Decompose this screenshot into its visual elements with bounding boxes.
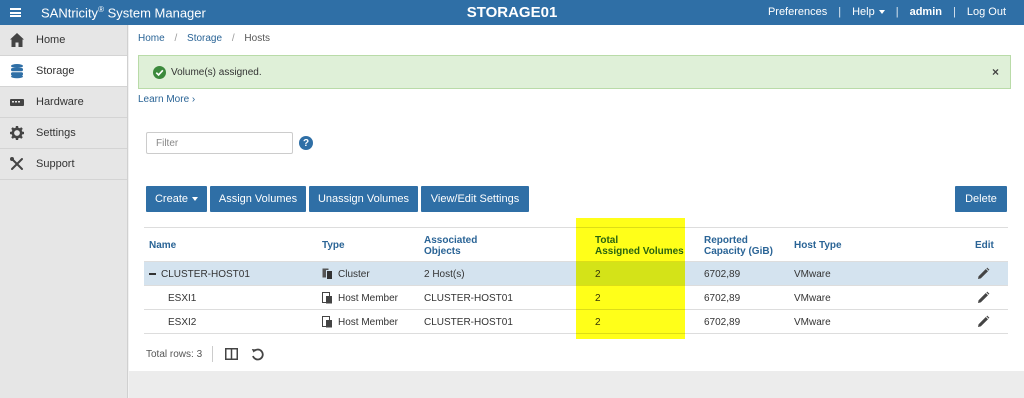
breadcrumb-storage[interactable]: Storage	[187, 33, 222, 44]
delete-button[interactable]: Delete	[955, 186, 1007, 212]
sidebar-item-home[interactable]: Home	[0, 25, 127, 56]
home-icon	[8, 31, 26, 49]
caret-down-icon	[878, 10, 885, 15]
hamburger-menu-icon[interactable]	[0, 0, 31, 25]
col-name[interactable]: Name	[149, 228, 176, 263]
host-type-label: Host Member	[338, 292, 399, 304]
hosts-table: Name Type Associated Objects Total Assigne…	[144, 227, 1008, 334]
unassign-volumes-button[interactable]: Unassign Volumes	[309, 186, 418, 212]
total-rows: Total rows: 3	[146, 348, 203, 360]
reported-capacity: 6702,89	[704, 316, 741, 328]
pencil-icon[interactable]	[976, 267, 990, 281]
user-menu[interactable]: admin	[910, 6, 942, 18]
host-name: CLUSTER-HOST01	[161, 268, 250, 280]
col-associated-objects[interactable]: Associated Objects	[424, 228, 477, 263]
host-os-type: VMware	[794, 292, 831, 304]
host-member-icon	[322, 316, 332, 328]
col-reported-capacity[interactable]: Reported Capacity (GiB)	[704, 228, 773, 263]
main-content: Home / Storage / Hosts Volume(s) assigne…	[129, 25, 1024, 371]
host-os-type: VMware	[794, 268, 831, 280]
pencil-icon[interactable]	[976, 315, 990, 329]
sidebar-item-label: Hardware	[36, 96, 84, 108]
logout-link[interactable]: Log Out	[967, 6, 1006, 18]
sidebar-item-support[interactable]: Support	[0, 149, 127, 180]
table-row[interactable]: ESXI2 Host Member CLUSTER-HOST01 2 6702,…	[144, 310, 1008, 334]
table-row[interactable]: ESXI1 Host Member CLUSTER-HOST01 2 6702,…	[144, 286, 1008, 310]
top-bar: SANtricity® System Manager STORAGE01 Pre…	[0, 0, 1024, 25]
separator: |	[838, 6, 842, 18]
tools-icon	[8, 155, 26, 173]
pencil-icon[interactable]	[976, 291, 990, 305]
total-assigned-volumes: 2	[595, 268, 601, 280]
divider	[212, 346, 214, 362]
sidebar-item-storage[interactable]: Storage	[0, 56, 127, 87]
host-type-label: Host Member	[338, 316, 399, 328]
sidebar-item-label: Storage	[36, 65, 75, 77]
learn-more-link[interactable]: Learn More ›	[138, 94, 195, 105]
cluster-icon	[322, 268, 333, 280]
refresh-icon[interactable]	[251, 348, 264, 361]
filter-input[interactable]	[146, 132, 293, 154]
col-host-type[interactable]: Host Type	[794, 228, 842, 263]
breadcrumb-current: Hosts	[244, 33, 270, 44]
database-icon	[8, 62, 26, 80]
table-row[interactable]: CLUSTER-HOST01 Cluster 2 Host(s) 2 6702,…	[144, 262, 1008, 286]
help-menu[interactable]: Help	[852, 6, 885, 18]
close-icon[interactable]: ×	[992, 65, 999, 79]
sidebar-item-settings[interactable]: Settings	[0, 118, 127, 149]
host-name: ESXI2	[168, 316, 197, 328]
app-brand: SANtricity® System Manager	[41, 5, 206, 21]
col-edit: Edit	[975, 240, 994, 251]
sidebar: Home Storage Hardware Settings Support	[0, 25, 128, 398]
host-type-label: Cluster	[338, 268, 370, 280]
breadcrumb-home[interactable]: Home	[138, 33, 165, 44]
separator: |	[953, 6, 956, 18]
top-nav: Preferences | Help | admin | Log Out	[768, 6, 1006, 18]
col-total-assigned-volumes[interactable]: Total Assigned Volumes	[595, 228, 684, 263]
help-icon[interactable]: ?	[299, 136, 313, 150]
gear-icon	[8, 124, 26, 142]
table-header: Name Type Associated Objects Total Assigne…	[144, 227, 1008, 262]
collapse-icon[interactable]	[149, 273, 156, 275]
sidebar-item-label: Settings	[36, 127, 76, 139]
check-circle-icon	[153, 65, 166, 79]
page-background	[129, 371, 1024, 398]
assign-volumes-button[interactable]: Assign Volumes	[210, 186, 306, 212]
hardware-icon	[8, 93, 26, 111]
sidebar-item-label: Support	[36, 158, 75, 170]
sidebar-item-hardware[interactable]: Hardware	[0, 87, 127, 118]
table-footer: Total rows: 3	[146, 346, 264, 362]
view-edit-settings-button[interactable]: View/Edit Settings	[421, 186, 529, 212]
host-name: ESXI1	[168, 292, 197, 304]
preferences-link[interactable]: Preferences	[768, 6, 827, 18]
sidebar-item-label: Home	[36, 34, 66, 46]
host-member-icon	[322, 292, 332, 304]
columns-icon[interactable]	[225, 348, 239, 360]
host-os-type: VMware	[794, 316, 831, 328]
caret-down-icon	[192, 197, 199, 201]
associated-objects: CLUSTER-HOST01	[424, 316, 513, 328]
separator: |	[895, 6, 899, 18]
associated-objects: 2 Host(s)	[424, 268, 465, 280]
success-alert: Volume(s) assigned. ×	[138, 55, 1011, 89]
reported-capacity: 6702,89	[704, 268, 741, 280]
breadcrumb: Home / Storage / Hosts	[138, 33, 270, 44]
alert-message: Volume(s) assigned.	[171, 66, 262, 78]
reported-capacity: 6702,89	[704, 292, 741, 304]
create-button[interactable]: Create	[146, 186, 207, 212]
total-assigned-volumes: 2	[595, 292, 601, 304]
col-type[interactable]: Type	[322, 228, 345, 263]
associated-objects: CLUSTER-HOST01	[424, 292, 513, 304]
total-assigned-volumes: 2	[595, 316, 601, 328]
